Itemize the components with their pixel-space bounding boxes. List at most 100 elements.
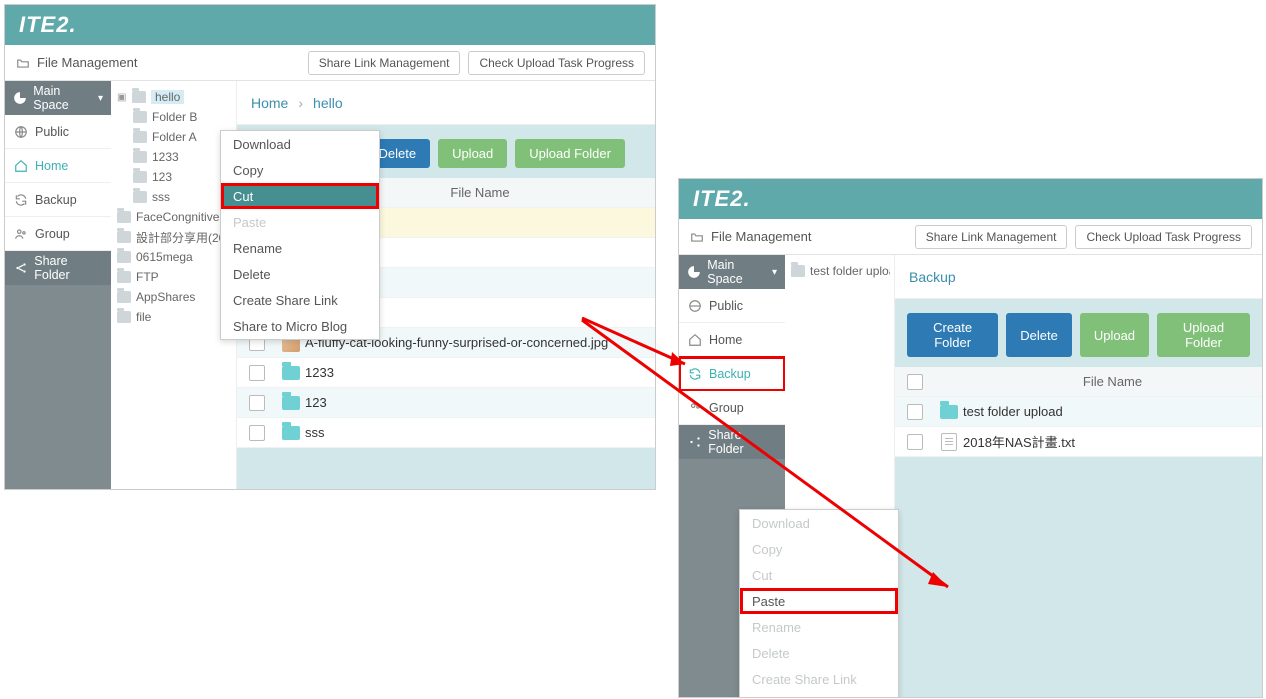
ctx-create-share[interactable]: Create Share Link <box>221 287 379 313</box>
tree-item[interactable]: 0615mega <box>115 247 232 267</box>
group-icon <box>13 226 29 242</box>
nav-share-folder-label: Share Folder <box>708 428 777 456</box>
expander-icon[interactable]: ▣ <box>117 92 127 103</box>
tree-item[interactable]: 123 <box>115 167 232 187</box>
ctx-delete[interactable]: Delete <box>221 261 379 287</box>
folder-icon <box>117 271 131 283</box>
ctx-download[interactable]: Download <box>221 131 379 157</box>
table-row[interactable]: sss <box>237 418 655 448</box>
delete-button[interactable]: Delete <box>1006 313 1072 357</box>
tree-item[interactable]: Folder A <box>115 127 232 147</box>
crumb-backup[interactable]: Backup <box>909 269 956 285</box>
chevron-down-icon: ▾ <box>772 267 777 278</box>
ctx-cut[interactable]: Cut <box>221 183 379 209</box>
check-upload-progress-button[interactable]: Check Upload Task Progress <box>468 51 645 75</box>
nav-main-space[interactable]: Main Space ▾ <box>5 81 111 115</box>
breadcrumb: Home › hello <box>237 81 655 125</box>
create-folder-button[interactable]: Create Folder <box>907 313 998 357</box>
nav-share-folder[interactable]: Share Folder <box>5 251 111 285</box>
nav-main-space[interactable]: Main Space ▾ <box>679 255 785 289</box>
context-menu: Download Copy Cut Paste Rename Delete Cr… <box>739 509 899 698</box>
nav-backup-label: Backup <box>709 367 751 381</box>
home-icon <box>687 332 703 348</box>
table-row[interactable]: 123 <box>237 388 655 418</box>
ctx-share-micro[interactable]: Share to Micro Blog <box>221 313 379 339</box>
share-icon <box>687 434 702 450</box>
file-management-label: File Management <box>37 55 137 70</box>
group-icon <box>687 400 703 416</box>
ctx-paste[interactable]: Paste <box>740 588 898 614</box>
tree-item[interactable]: file <box>115 307 232 327</box>
tree-item[interactable]: Folder B <box>115 107 232 127</box>
logo: ITE2. <box>19 12 77 38</box>
nav-main-space-label: Main Space <box>33 84 92 112</box>
context-menu: Download Copy Cut Paste Rename Delete Cr… <box>220 130 380 340</box>
nav-public[interactable]: Public <box>5 115 111 149</box>
select-all-checkbox[interactable] <box>907 374 923 390</box>
nav-group-label: Group <box>709 401 744 415</box>
main-panel: Backup Create Folder Delete Upload Uploa… <box>895 255 1262 697</box>
crumb-current[interactable]: hello <box>313 95 343 111</box>
tree-root[interactable]: test folder upload <box>789 261 890 281</box>
ctx-rename: Rename <box>740 614 898 640</box>
table-header-row: File Name <box>895 367 1262 397</box>
tree-item[interactable]: AppShares <box>115 287 232 307</box>
share-link-mgmt-button[interactable]: Share Link Management <box>308 51 461 75</box>
titlebar: ITE2. <box>5 5 655 45</box>
tree-item[interactable]: 設計部分享用(20180807) <box>115 227 232 247</box>
nav-public-label: Public <box>35 125 69 139</box>
nav-group-label: Group <box>35 227 70 241</box>
ctx-delete: Delete <box>740 640 898 666</box>
top-toolbar: File Management Share Link Management Ch… <box>5 45 655 81</box>
file-management-label: File Management <box>711 229 811 244</box>
nav-public[interactable]: Public <box>679 289 785 323</box>
logo: ITE2. <box>693 186 751 212</box>
tree-item[interactable]: sss <box>115 187 232 207</box>
backup-icon <box>13 192 29 208</box>
tree-item[interactable]: 1233 <box>115 147 232 167</box>
upload-button[interactable]: Upload <box>438 139 507 168</box>
nav-backup[interactable]: Backup <box>5 183 111 217</box>
action-bar: Create Folder Delete Upload Upload Folde… <box>895 299 1262 367</box>
table-row[interactable]: 1233 <box>237 358 655 388</box>
file-name: 123 <box>305 395 655 410</box>
folder-icon <box>791 265 805 277</box>
tree-item[interactable]: FTP <box>115 267 232 287</box>
crumb-home[interactable]: Home <box>251 95 288 111</box>
home-icon <box>13 158 29 174</box>
folder-icon <box>282 426 300 440</box>
file-name: 2018年NAS計畫.txt <box>963 432 1262 451</box>
nav-backup[interactable]: Backup <box>679 357 785 391</box>
table-row[interactable]: 2018年NAS計畫.txt <box>895 427 1262 457</box>
chevron-down-icon: ▾ <box>98 93 103 104</box>
nav-group[interactable]: Group <box>5 217 111 251</box>
row-checkbox[interactable] <box>249 395 265 411</box>
folder-icon <box>133 191 147 203</box>
upload-folder-button[interactable]: Upload Folder <box>515 139 625 168</box>
breadcrumb: Backup <box>895 255 1262 299</box>
upload-button[interactable]: Upload <box>1080 313 1149 357</box>
row-checkbox[interactable] <box>907 434 923 450</box>
nav-share-folder-label: Share Folder <box>34 254 103 282</box>
nav-share-folder[interactable]: Share Folder <box>679 425 785 459</box>
check-upload-progress-button[interactable]: Check Upload Task Progress <box>1075 225 1252 249</box>
ctx-cut: Cut <box>740 562 898 588</box>
nav-home[interactable]: Home <box>5 149 111 183</box>
tree-item[interactable]: FaceCongnitive <box>115 207 232 227</box>
row-checkbox[interactable] <box>907 404 923 420</box>
col-filename[interactable]: File Name <box>963 374 1262 389</box>
nav-home[interactable]: Home <box>679 323 785 357</box>
ctx-copy[interactable]: Copy <box>221 157 379 183</box>
folder-icon <box>282 396 300 410</box>
nav-home-label: Home <box>35 159 68 173</box>
ctx-rename[interactable]: Rename <box>221 235 379 261</box>
row-checkbox[interactable] <box>249 425 265 441</box>
tree-root-hello[interactable]: ▣ hello <box>115 87 232 107</box>
table-row[interactable]: test folder upload <box>895 397 1262 427</box>
row-checkbox[interactable] <box>249 365 265 381</box>
upload-folder-button[interactable]: Upload Folder <box>1157 313 1250 357</box>
share-link-mgmt-button[interactable]: Share Link Management <box>915 225 1068 249</box>
nav-group[interactable]: Group <box>679 391 785 425</box>
globe-icon <box>13 124 29 140</box>
window-home: ITE2. File Management Share Link Managem… <box>4 4 656 490</box>
